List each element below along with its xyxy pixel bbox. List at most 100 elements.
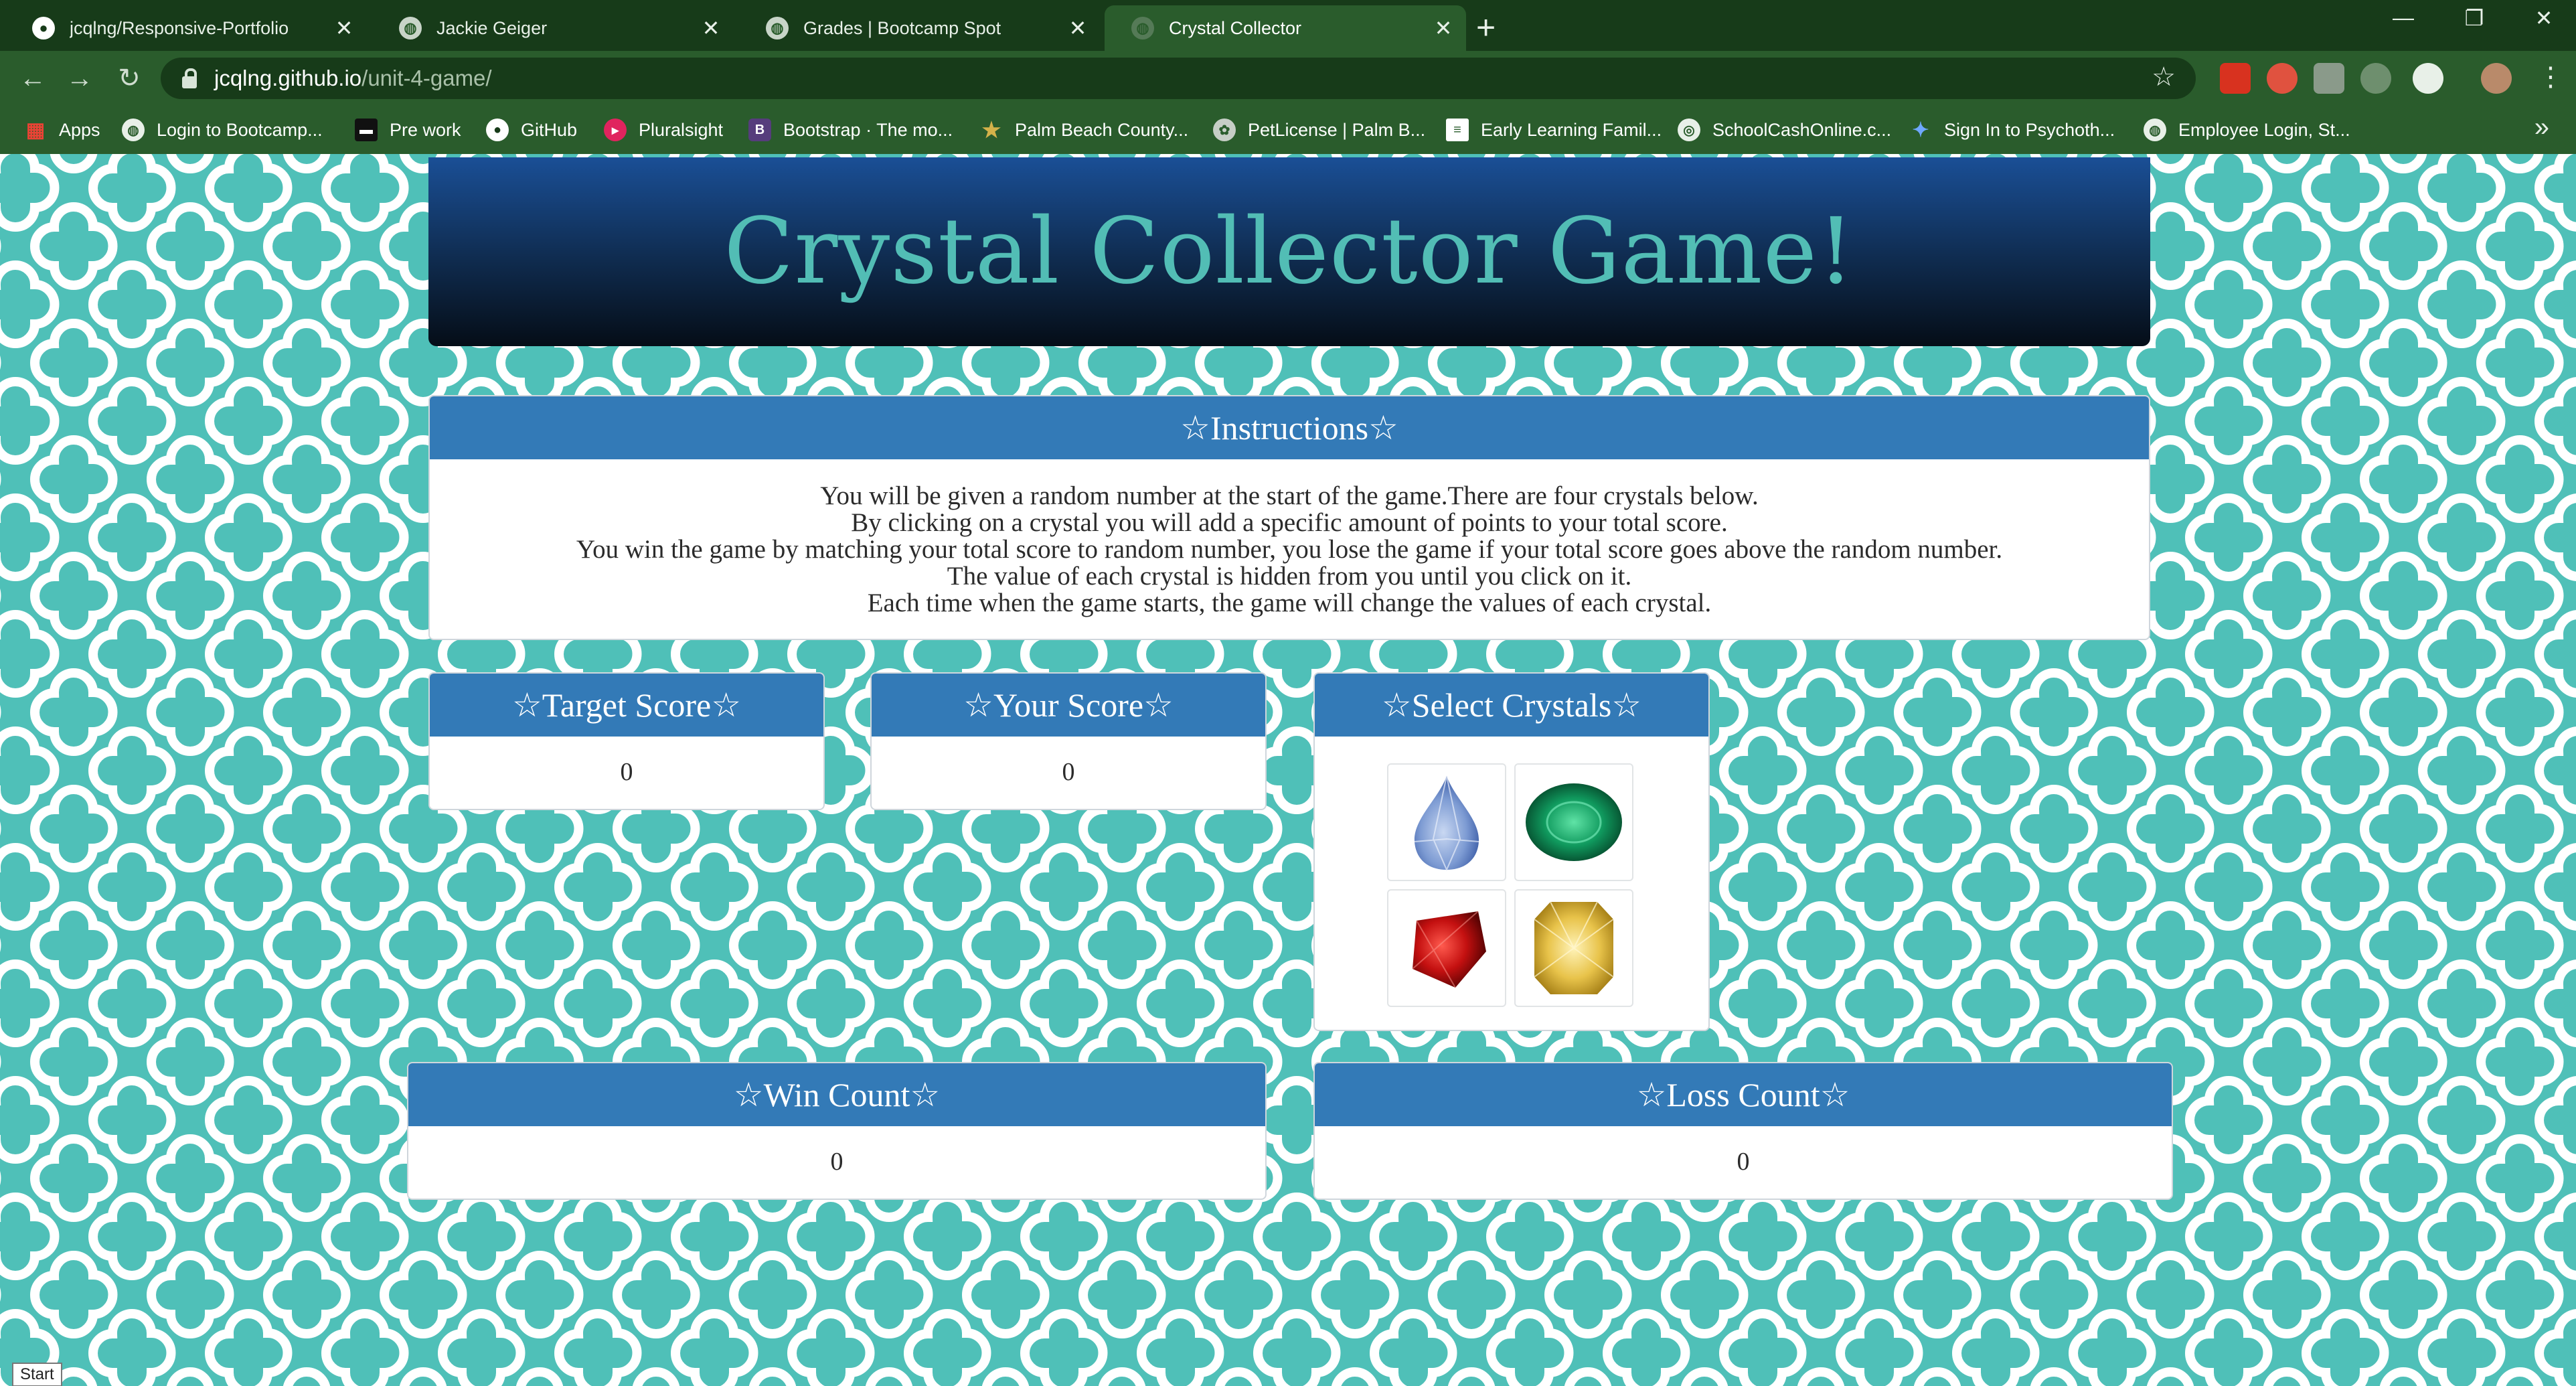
bookmark-label: Pre work: [390, 119, 461, 140]
red-ruby-icon: [1412, 911, 1486, 988]
account-extension-icon[interactable]: [2413, 63, 2443, 94]
bookmark-label: Employee Login, St...: [2178, 119, 2350, 140]
url-host: jcqlng.github.io: [214, 66, 362, 90]
globe-icon: ◍: [399, 17, 422, 40]
pdf-extension-icon[interactable]: [2220, 63, 2251, 94]
close-tab-icon[interactable]: ✕: [1430, 15, 1457, 41]
minimize-icon[interactable]: —: [2383, 5, 2423, 30]
target-score-value: 0: [620, 758, 633, 786]
bookmark-label: Pluralsight: [639, 119, 724, 140]
win-count-panel: ☆Win Count☆ 0: [407, 1062, 1267, 1200]
apps-grid-icon: ▦: [25, 119, 46, 141]
paw-icon: ✿: [1213, 119, 1236, 141]
bookmarks-bar: ▦ Apps ◍ Login to Bootcamp... ▬ Pre work…: [0, 106, 2576, 154]
globe-icon: ◍: [766, 17, 789, 40]
bookmark-early-learning[interactable]: ≡ Early Learning Famil...: [1446, 106, 1662, 154]
document-icon: ≡: [1446, 119, 1469, 141]
bookmark-apps[interactable]: ▦ Apps: [24, 106, 100, 154]
yellow-diamond-icon: [1534, 901, 1614, 994]
bookmark-employee-login[interactable]: ◍ Employee Login, St...: [2144, 106, 2350, 154]
tab-jackie-geiger[interactable]: ◍ Jackie Geiger ✕: [372, 5, 734, 51]
extension-icon[interactable]: [2314, 63, 2344, 94]
tab-grades-bootcamp[interactable]: ◍ Grades | Bootcamp Spot ✕: [739, 5, 1101, 51]
github-icon: ●: [32, 17, 55, 40]
forward-icon[interactable]: →: [62, 60, 98, 96]
pen-extension-icon[interactable]: [2360, 63, 2391, 94]
bookmark-login-bootcamp[interactable]: ◍ Login to Bootcamp...: [122, 106, 323, 154]
bootstrap-icon: B: [748, 119, 771, 141]
select-crystals-heading: ☆Select Crystals☆: [1315, 674, 1708, 737]
bookmark-pre-work[interactable]: ▬ Pre work: [355, 106, 461, 154]
instructions-body: You will be given a random number at the…: [430, 459, 2149, 639]
tab-responsive-portfolio[interactable]: ● jcqlng/Responsive-Portfolio ✕: [5, 5, 367, 51]
note-icon: ▬: [355, 119, 378, 141]
recorder-extension-icon[interactable]: [2267, 63, 2298, 94]
bookmark-label: GitHub: [521, 119, 578, 140]
instructions-panel: ☆Instructions☆ You will be given a rando…: [428, 395, 2150, 640]
browser-toolbar: ← → ↻ jcqlng.github.io /unit-4-game/ ☆ ⋮: [0, 51, 2576, 106]
bird-icon: ✦: [1912, 119, 1929, 141]
instruction-line: You win the game by matching your total …: [576, 535, 2003, 564]
tab-strip: ● jcqlng/Responsive-Portfolio ✕ ◍ Jackie…: [0, 0, 2576, 51]
tab-crystal-collector[interactable]: ◍ Crystal Collector ✕: [1105, 5, 1466, 51]
win-count-value: 0: [830, 1148, 843, 1176]
your-score-panel: ☆Your Score☆ 0: [870, 672, 1267, 810]
bookmark-label: Login to Bootcamp...: [157, 119, 323, 140]
close-tab-icon[interactable]: ✕: [1064, 15, 1091, 41]
target-score-heading: ☆Target Score☆: [430, 674, 823, 737]
tab-title: Grades | Bootcamp Spot: [803, 17, 1001, 38]
your-score-heading: ☆Your Score☆: [872, 674, 1265, 737]
close-tab-icon[interactable]: ✕: [331, 15, 357, 41]
instruction-line: Each time when the game starts, the game…: [867, 589, 1712, 617]
page-title: Crystal Collector Game!: [724, 199, 1855, 305]
close-window-icon[interactable]: ✕: [2524, 5, 2564, 31]
red-ruby-crystal-button[interactable]: [1387, 889, 1506, 1007]
bookmark-schoolcash[interactable]: ◎ SchoolCashOnline.c...: [1678, 106, 1891, 154]
github-icon: ●: [486, 119, 509, 141]
bookmark-label: SchoolCashOnline.c...: [1712, 119, 1892, 140]
globe-icon: ◍: [2144, 119, 2166, 141]
bookmark-bootstrap[interactable]: B Bootstrap · The mo...: [748, 106, 953, 154]
address-bar[interactable]: jcqlng.github.io /unit-4-game/ ☆: [161, 58, 2196, 99]
bookmark-github[interactable]: ● GitHub: [486, 106, 577, 154]
instructions-heading: ☆Instructions☆: [430, 396, 2149, 459]
pluralsight-icon: ▸: [604, 119, 627, 141]
loss-count-panel: ☆Loss Count☆ 0: [1313, 1062, 2173, 1200]
blue-diamond-icon: [1414, 775, 1479, 872]
instruction-line: You will be given a random number at the…: [820, 481, 1759, 510]
loss-count-heading: ☆Loss Count☆: [1315, 1063, 2172, 1126]
win-count-heading: ☆Win Count☆: [408, 1063, 1265, 1126]
start-button[interactable]: Start: [12, 1363, 62, 1386]
sheriff-star-icon: ★: [981, 118, 1001, 142]
bookmark-palm-beach-county[interactable]: ★ Palm Beach County...: [980, 106, 1188, 154]
green-emerald-icon: [1526, 783, 1622, 861]
instruction-line: By clicking on a crystal you will add a …: [851, 508, 1728, 537]
tab-title: Jackie Geiger: [436, 17, 548, 38]
bookmark-psychotherapy[interactable]: ✦ Sign In to Psychoth...: [1909, 106, 2115, 154]
game-header: Crystal Collector Game!: [428, 157, 2150, 346]
green-emerald-crystal-button[interactable]: [1514, 763, 1633, 881]
bookmark-petlicense[interactable]: ✿ PetLicense | Palm B...: [1213, 106, 1425, 154]
crystal-grid: [1387, 763, 1633, 1007]
menu-kebab-icon[interactable]: ⋮: [2537, 62, 2564, 92]
yellow-diamond-crystal-button[interactable]: [1514, 889, 1633, 1007]
restore-icon[interactable]: ❐: [2454, 5, 2494, 31]
school-cash-icon: ◎: [1678, 119, 1700, 141]
instruction-line: The value of each crystal is hidden from…: [947, 562, 1632, 591]
bookmark-label: PetLicense | Palm B...: [1248, 119, 1426, 140]
reload-icon[interactable]: ↻: [111, 60, 147, 96]
bookmark-star-icon[interactable]: ☆: [2152, 62, 2176, 92]
bookmark-pluralsight[interactable]: ▸ Pluralsight: [604, 106, 723, 154]
globe-icon: ◍: [1131, 17, 1154, 40]
new-tab-button[interactable]: +: [1476, 8, 1496, 47]
bookmark-label: Early Learning Famil...: [1481, 119, 1662, 140]
blue-diamond-crystal-button[interactable]: [1387, 763, 1506, 881]
bookmark-label: Apps: [59, 119, 100, 140]
back-icon[interactable]: ←: [15, 60, 51, 96]
profile-avatar[interactable]: [2481, 63, 2512, 94]
tab-title: jcqlng/Responsive-Portfolio: [70, 17, 289, 38]
more-bookmarks-icon[interactable]: »: [2534, 112, 2549, 143]
close-tab-icon[interactable]: ✕: [698, 15, 724, 41]
globe-icon: ◍: [122, 119, 145, 141]
your-score-value: 0: [1062, 758, 1075, 786]
